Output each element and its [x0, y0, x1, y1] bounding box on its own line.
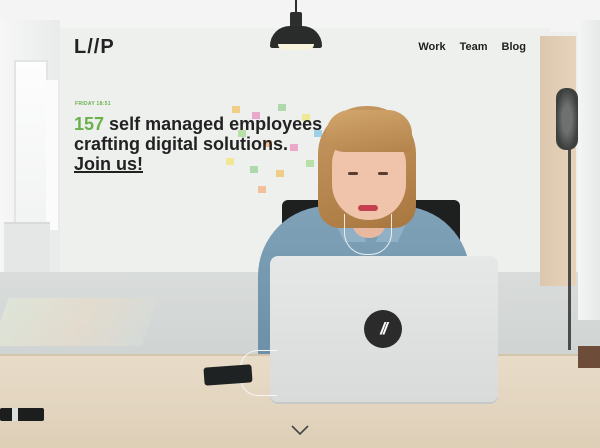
marker-band: [12, 408, 18, 421]
clock-stand: [568, 140, 571, 350]
earphone-wire: [344, 214, 392, 255]
join-us-link[interactable]: Join us!: [74, 154, 143, 174]
brand-logo[interactable]: L//P: [74, 36, 115, 59]
lips: [358, 205, 378, 211]
chevron-down-icon[interactable]: [290, 422, 310, 438]
marker-pen: [0, 408, 44, 421]
main-nav: Work Team Blog: [418, 41, 526, 53]
floor-reflection: [0, 298, 159, 346]
wall-clock: [556, 88, 578, 150]
eye: [348, 172, 358, 175]
desk-box: [578, 346, 600, 368]
headline-text: self managed employees crafting digital …: [74, 114, 323, 154]
employee-count: 157: [74, 114, 105, 134]
lamp-glow: [278, 44, 314, 50]
hero-headline: 157 self managed employees crafting digi…: [74, 114, 334, 174]
hair-fringe: [326, 110, 412, 152]
dateline: FRIDAY 18:51: [75, 101, 111, 107]
nav-item-team[interactable]: Team: [460, 41, 488, 53]
sticky-note: [258, 186, 266, 193]
glass-wall: [578, 20, 600, 320]
nav-item-blog[interactable]: Blog: [502, 41, 526, 53]
sticky-note: [232, 106, 240, 113]
laptop-logo-badge: //: [364, 310, 402, 348]
hero-photo: //: [0, 0, 600, 448]
window: [14, 60, 48, 234]
smartphone: [203, 364, 253, 386]
nav-item-work[interactable]: Work: [418, 41, 445, 53]
eye: [378, 172, 388, 175]
sticky-note: [278, 104, 286, 111]
window-frame: [46, 80, 58, 230]
